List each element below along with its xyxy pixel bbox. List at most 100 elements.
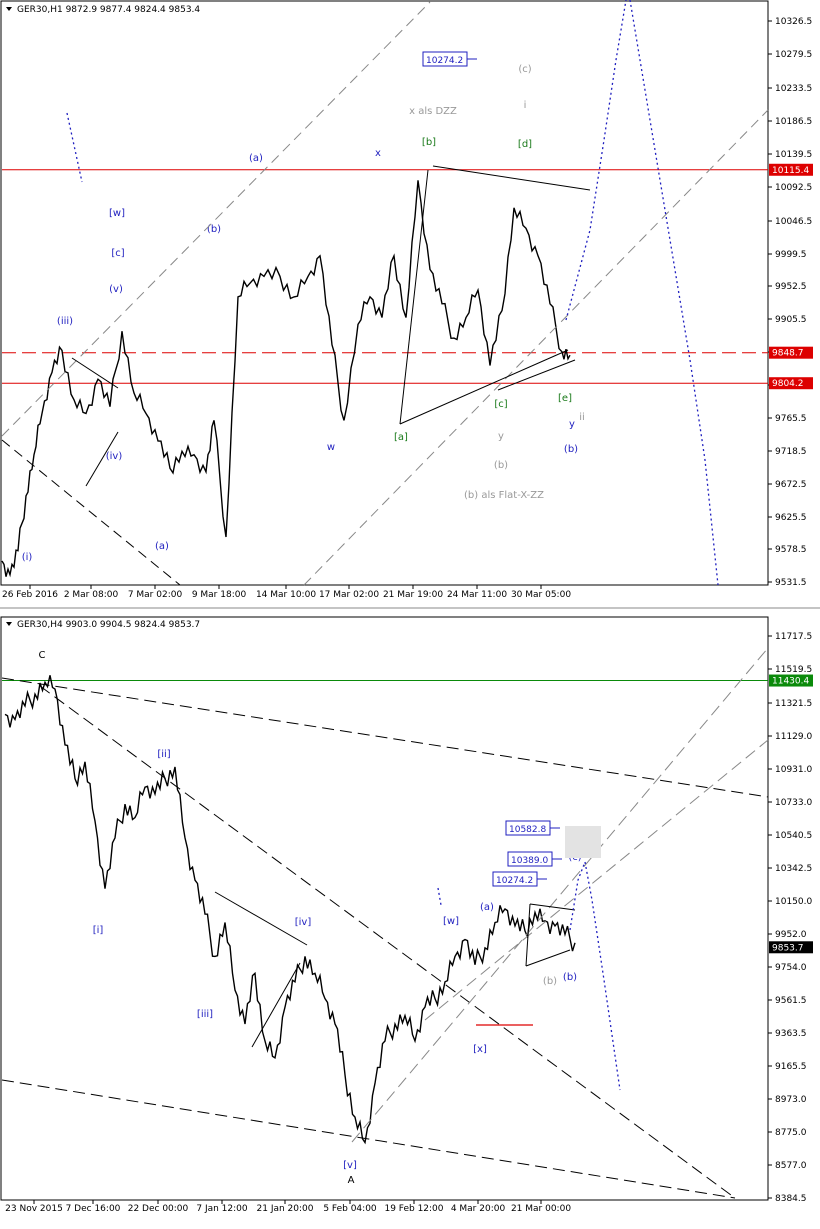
y-tick-label: 10931.0: [775, 765, 812, 775]
x-tick-label: 24 Mar 11:00: [447, 590, 507, 600]
y-tick-label: 9531.5: [775, 578, 807, 588]
triangle-line: [529, 903, 576, 911]
x-tick-label: 21 Mar 19:00: [383, 590, 443, 600]
y-tick-label: 10046.5: [775, 217, 812, 227]
y-tick-label: 10342.5: [775, 864, 812, 874]
y-tick-label: 10092.5: [775, 183, 812, 193]
triangle-line: [525, 949, 571, 967]
y-tick-label: 9363.5: [775, 1029, 807, 1039]
wave-label: A: [348, 1175, 355, 1186]
y-tick-label: 9754.0: [775, 963, 807, 973]
wave-label: [iv]: [295, 917, 312, 928]
forecast-path-left: [66, 112, 83, 183]
channel-upper-line: [1, 1, 431, 437]
level-price-label: 9848.7: [772, 349, 804, 359]
y-tick-label: 8384.5: [775, 1194, 807, 1204]
wave-label: y: [498, 431, 504, 442]
x-tick-label: 7 Mar 02:00: [128, 590, 183, 600]
wave-label: (a): [249, 153, 263, 164]
wave-label: [c]: [494, 399, 507, 410]
wave-label: (b): [543, 976, 557, 987]
wedge-line: [214, 891, 308, 946]
chart-canvas: GER30,H1 9872.9 9877.4 9824.4 9853.4 GER…: [0, 0, 820, 1214]
wave-label: (v): [109, 284, 123, 295]
wave-label: (iii): [57, 316, 73, 327]
wave-label: (b): [494, 460, 508, 471]
wave-label: [i]: [93, 925, 104, 936]
x-tick-label: 21 Mar 00:00: [511, 1204, 571, 1214]
price-series-line: [1, 180, 571, 578]
y-tick-label: 9952.0: [775, 930, 807, 940]
wave-label: y: [569, 419, 575, 430]
forecast-path-up: [565, 0, 627, 321]
y-tick-label: 11321.5: [775, 699, 812, 709]
wave-label: (b): [563, 972, 577, 983]
level-price-label: 9853.7: [772, 943, 804, 953]
y-tick-label: 9578.5: [775, 545, 807, 555]
y-tick-label: 9625.5: [775, 513, 807, 523]
x-tick-label: 7 Dec 16:00: [66, 1204, 121, 1214]
wave-label: w: [327, 442, 335, 453]
channel-upper-dashed: [351, 647, 769, 1143]
y-tick-label: 8973.0: [775, 1095, 807, 1105]
forecast-path: [569, 859, 621, 1091]
wave-label: [b]: [422, 137, 436, 148]
y-tick-label: 10733.0: [775, 798, 812, 808]
level-price-label: 10115.4: [772, 166, 809, 176]
wave-label: [d]: [518, 139, 532, 150]
y-tick-label: 10139.5: [775, 150, 812, 160]
y-tick-label: 10326.5: [775, 17, 812, 27]
x-tick-label: 4 Mar 20:00: [451, 1204, 506, 1214]
wave-label: [w]: [443, 916, 459, 927]
wave-label: [x]: [473, 1044, 487, 1055]
y-tick-label: 9999.5: [775, 250, 807, 260]
top-chart: 10326.5 10279.5 10233.5 10186.5 10139.5 10092…: [1, 0, 813, 600]
y-tick-label: 9952.5: [775, 282, 807, 292]
y-tick-label: 9165.5: [775, 1062, 807, 1072]
x-tick-label: 30 Mar 05:00: [511, 590, 571, 600]
level-price-label: 11430.4: [772, 677, 809, 687]
x-tick-label: 22 Dec 00:00: [128, 1204, 189, 1214]
trend-line-lower: [1, 1079, 736, 1199]
x-tick-label: 23 Nov 2015: [5, 1204, 63, 1214]
y-tick-label: 10540.5: [775, 831, 812, 841]
x-tick-label: 19 Feb 12:00: [384, 1204, 443, 1214]
wave-label: [v]: [343, 1160, 357, 1171]
wave-label: ii: [579, 412, 585, 423]
wave-label: x als DZZ: [409, 106, 457, 117]
x-tick-label: 9 Mar 18:00: [192, 590, 247, 600]
y-tick-label: 11519.5: [775, 665, 812, 675]
wave-label: [c]: [111, 248, 124, 259]
level-price-label: 9804.2: [772, 379, 804, 389]
wave-label: (c): [518, 64, 531, 75]
wave-label: [a]: [394, 432, 408, 443]
wave-label: (a): [155, 541, 169, 552]
triangle-line: [399, 169, 429, 425]
wave-label: [iii]: [197, 1009, 213, 1020]
triangle-line: [399, 349, 569, 425]
wave-label: C: [39, 650, 46, 661]
wave-label: (b) als Flat-X-ZZ: [464, 490, 544, 501]
y-tick-label: 8775.0: [775, 1128, 807, 1138]
x-tick-label: 26 Feb 2016: [2, 590, 58, 600]
wave-label: x: [375, 148, 381, 159]
dropdown-arrow-icon[interactable]: [6, 622, 12, 626]
y-tick-label: 9561.5: [775, 996, 807, 1006]
y-tick-label: 9672.5: [775, 480, 807, 490]
target-price-label: 10274.2: [426, 56, 463, 66]
y-tick-label: 10150.0: [775, 897, 812, 907]
y-tick-label: 8577.0: [775, 1161, 807, 1171]
channel-falling-line: [1, 439, 181, 586]
forecast-path-down: [629, 0, 719, 586]
top-chart-header: GER30,H1 9872.9 9877.4 9824.4 9853.4: [17, 5, 200, 15]
y-tick-label: 11129.0: [775, 732, 812, 742]
wave-label: i: [524, 100, 527, 111]
x-tick-label: 7 Jan 12:00: [196, 1204, 248, 1214]
x-tick-label: 14 Mar 10:00: [256, 590, 316, 600]
wedge-line: [251, 962, 301, 1048]
y-tick-label: 10279.5: [775, 50, 812, 60]
target-price-label: 10274.2: [496, 876, 533, 886]
trend-line-upper: [1, 677, 769, 798]
wave-label: [ii]: [157, 749, 170, 760]
dropdown-arrow-icon[interactable]: [6, 7, 12, 11]
